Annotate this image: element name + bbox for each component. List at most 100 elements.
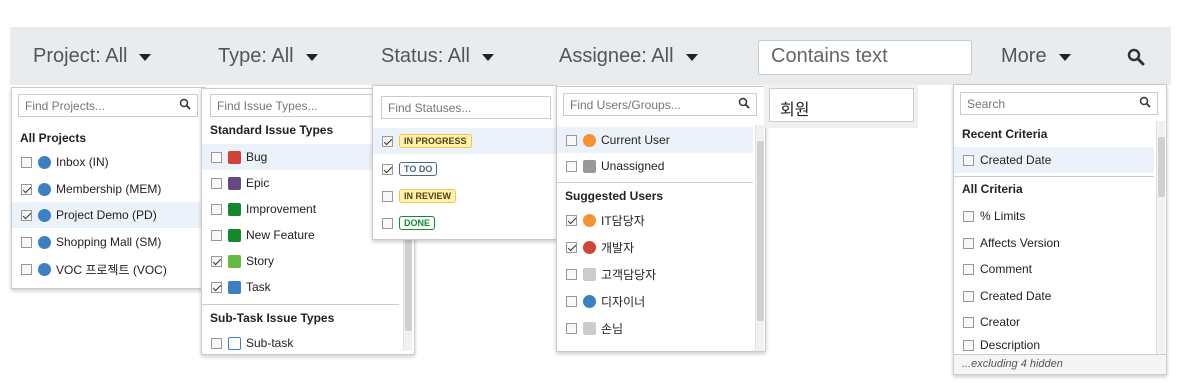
project-avatar-icon: [38, 208, 51, 222]
project-item[interactable]: Membership (MEM): [12, 176, 205, 202]
checkbox[interactable]: [963, 237, 974, 249]
project-filter-button[interactable]: Project: All: [33, 45, 152, 68]
checkbox[interactable]: [382, 217, 393, 229]
checkbox[interactable]: [211, 151, 222, 163]
more-filter-button[interactable]: More: [1001, 45, 1071, 68]
issue-types-search-input[interactable]: Find Issue Types...: [210, 94, 390, 117]
checkbox[interactable]: [382, 135, 393, 147]
issue-type-item[interactable]: Sub-task: [202, 330, 399, 356]
checkbox[interactable]: [566, 241, 577, 253]
criteria-item[interactable]: Description: [954, 336, 1154, 354]
issue-type-item[interactable]: Epic: [202, 170, 399, 196]
criteria-item[interactable]: Comment: [954, 256, 1154, 282]
project-avatar-icon: [38, 262, 51, 276]
project-item[interactable]: Inbox (IN): [12, 149, 205, 175]
criteria-search-input[interactable]: Search: [960, 92, 1158, 115]
checkbox[interactable]: [211, 281, 222, 293]
issue-types-search-placeholder: Find Issue Types...: [217, 99, 318, 113]
avatar: [583, 240, 596, 254]
search-icon[interactable]: [1127, 48, 1145, 66]
issue-type-item[interactable]: Improvement: [202, 196, 399, 222]
users-search-placeholder: Find Users/Groups...: [570, 98, 681, 112]
issue-type-item[interactable]: Bug: [202, 144, 399, 170]
criteria-item[interactable]: % Limits: [954, 203, 1154, 229]
checkbox[interactable]: [566, 322, 577, 334]
user-item[interactable]: 손님: [557, 315, 753, 341]
checkbox[interactable]: [382, 190, 393, 202]
project-item-label: VOC 프로젝트 (VOC): [56, 262, 167, 277]
checkbox[interactable]: [963, 210, 974, 222]
status-item[interactable]: TO DO: [373, 156, 556, 182]
users-search-input[interactable]: Find Users/Groups...: [563, 93, 757, 116]
issue-type-item[interactable]: New Feature: [202, 222, 399, 248]
chevron-down-icon: [685, 54, 698, 61]
projects-search-input[interactable]: Find Projects...: [18, 94, 198, 117]
checkbox[interactable]: [963, 290, 974, 302]
improvement-icon: [228, 202, 241, 216]
checkbox[interactable]: [21, 209, 32, 221]
assignee-dropdown: Find Users/Groups... Current User Unassi…: [556, 86, 766, 352]
user-item[interactable]: 개발자: [557, 234, 753, 260]
user-item[interactable]: Unassigned: [557, 153, 753, 179]
contains-text-input[interactable]: Contains text: [758, 40, 972, 75]
checkbox[interactable]: [211, 177, 222, 189]
project-item[interactable]: Project Demo (PD): [12, 202, 205, 228]
checkbox[interactable]: [566, 160, 577, 172]
user-item[interactable]: 디자이너: [557, 288, 753, 314]
issue-type-item[interactable]: Task: [202, 274, 399, 300]
status-search-input[interactable]: Find Statuses...: [381, 96, 551, 119]
checkbox[interactable]: [963, 263, 974, 275]
issue-type-item[interactable]: Story: [202, 248, 399, 274]
issue-type-label: Task: [246, 280, 271, 294]
chevron-down-icon: [305, 54, 318, 61]
chevron-down-icon: [139, 54, 152, 61]
assignee-filter-button[interactable]: Assignee: All: [559, 45, 698, 68]
checkbox[interactable]: [382, 163, 393, 175]
checkbox[interactable]: [963, 154, 974, 166]
checkbox[interactable]: [21, 263, 32, 275]
scrollbar[interactable]: [755, 125, 764, 351]
status-filter-label: Status: All: [381, 45, 470, 67]
user-item-label: 디자이너: [601, 294, 646, 309]
checkbox[interactable]: [566, 134, 577, 146]
scrollbar-thumb[interactable]: [1158, 137, 1165, 197]
user-item-label: 손님: [601, 321, 624, 336]
search-icon: [179, 98, 191, 110]
checkbox[interactable]: [21, 183, 32, 195]
project-item[interactable]: VOC 프로젝트 (VOC): [12, 256, 205, 282]
status-item[interactable]: IN PROGRESS: [373, 128, 556, 154]
user-item[interactable]: IT담당자: [557, 207, 753, 233]
status-item[interactable]: IN REVIEW: [373, 183, 556, 209]
checkbox[interactable]: [963, 316, 974, 328]
checkbox[interactable]: [963, 339, 974, 351]
project-item[interactable]: Shopping Mall (SM): [12, 229, 205, 255]
checkbox[interactable]: [566, 214, 577, 226]
status-filter-button[interactable]: Status: All: [381, 45, 494, 68]
issue-type-label: New Feature: [246, 228, 315, 242]
checkbox[interactable]: [21, 156, 32, 168]
criteria-item[interactable]: Affects Version: [954, 230, 1154, 256]
checkbox[interactable]: [566, 295, 577, 307]
checkbox[interactable]: [211, 203, 222, 215]
checkbox[interactable]: [211, 337, 222, 349]
criteria-item-label: Affects Version: [980, 236, 1060, 250]
status-item[interactable]: DONE: [373, 210, 556, 236]
status-lozenge: IN REVIEW: [399, 189, 457, 203]
checkbox[interactable]: [566, 268, 577, 280]
criteria-item[interactable]: Created Date: [954, 147, 1154, 173]
type-filter-button[interactable]: Type: All: [218, 45, 318, 68]
user-item[interactable]: 고객담당자: [557, 261, 753, 287]
user-item[interactable]: Current User: [557, 127, 753, 153]
checkbox[interactable]: [21, 236, 32, 248]
criteria-item[interactable]: Creator: [954, 309, 1154, 335]
criteria-item-label: Created Date: [980, 153, 1052, 167]
project-item-label: Membership (MEM): [56, 182, 162, 196]
criteria-item[interactable]: Created Date: [954, 283, 1154, 309]
scrollbar[interactable]: [1156, 121, 1165, 354]
checkbox[interactable]: [211, 255, 222, 267]
text-search-input[interactable]: 회원: [769, 88, 914, 122]
checkbox[interactable]: [211, 229, 222, 241]
avatar: [583, 213, 596, 227]
divider: [954, 176, 1154, 177]
scrollbar-thumb[interactable]: [757, 141, 764, 321]
